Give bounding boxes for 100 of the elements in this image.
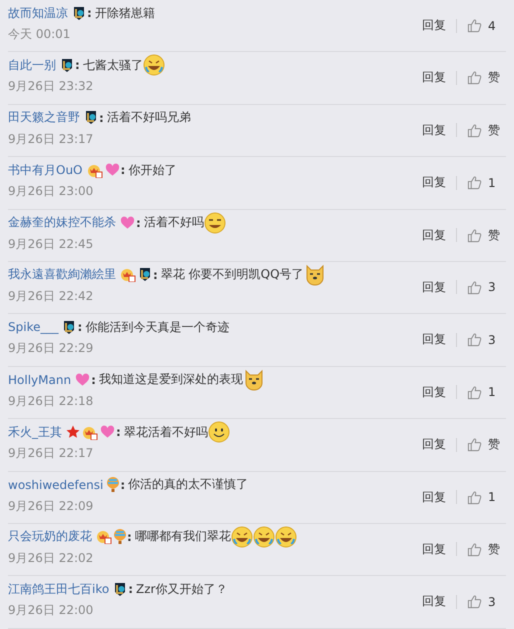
colon: : xyxy=(120,163,126,178)
comment-text: 翠花 你要不到明凯QQ号了 xyxy=(160,266,304,284)
thumbs-up-icon[interactable] xyxy=(467,490,482,505)
shield-badge-icon xyxy=(138,267,152,282)
comment-text: Zzr你又开始了？ xyxy=(136,580,228,598)
reply-link[interactable]: 回复 xyxy=(422,331,446,348)
shield-badge-icon xyxy=(72,6,86,20)
reply-link[interactable]: 回复 xyxy=(422,488,446,506)
reply-link[interactable]: 回复 xyxy=(422,436,446,454)
username[interactable]: 故而知温凉 xyxy=(8,4,68,22)
comment-text: 哪哪都有我们翠花 xyxy=(134,528,231,546)
timestamp: 9月26日 22:00 xyxy=(8,603,94,618)
reply-link[interactable]: 回复 xyxy=(422,17,446,34)
username[interactable]: 金赫奎的妹控不能杀 xyxy=(8,214,116,232)
dog-face-emoji-icon xyxy=(304,264,326,286)
colon: : xyxy=(99,110,104,125)
comment-text: 你能活到今天真是一个奇迹 xyxy=(85,318,230,336)
username[interactable]: HollyMann xyxy=(8,372,72,387)
crown-badge-icon xyxy=(96,529,112,544)
reply-link[interactable]: 回复 xyxy=(422,174,446,192)
timestamp: 9月26日 23:00 xyxy=(8,184,94,198)
timestamp: 9月26日 23:17 xyxy=(8,132,94,146)
colon: : xyxy=(77,320,82,334)
reply-link[interactable]: 回复 xyxy=(422,384,446,401)
smiling-emoji-icon xyxy=(208,421,230,444)
timestamp: 9月26日 23:32 xyxy=(8,79,94,94)
like-count: 4 xyxy=(488,18,497,32)
heart-badge-icon xyxy=(75,372,90,387)
thumbs-up-icon[interactable] xyxy=(467,384,482,400)
username[interactable]: 自此一别 xyxy=(8,56,56,74)
colon: : xyxy=(75,58,80,72)
timestamp: 9月26日 22:45 xyxy=(8,236,94,251)
timestamp: 9月26日 22:09 xyxy=(8,498,94,513)
colon: : xyxy=(153,268,158,282)
crying-laughing-emoji-icon xyxy=(274,526,297,548)
reply-link[interactable]: 回复 xyxy=(422,122,446,139)
crown-badge-icon xyxy=(82,424,98,440)
shield-badge-icon xyxy=(60,58,74,73)
crying-laughing-emoji-icon xyxy=(142,54,165,76)
thumbs-up-icon[interactable] xyxy=(467,332,482,348)
thumbs-up-icon[interactable] xyxy=(467,175,482,190)
like-count: 3 xyxy=(488,280,497,294)
reply-link[interactable]: 回复 xyxy=(422,593,446,610)
crying-laughing-emoji-icon xyxy=(230,526,253,548)
like-count: 3 xyxy=(488,594,497,609)
like-count: 1 xyxy=(488,490,497,504)
reply-link[interactable]: 回复 xyxy=(422,540,446,558)
comment-text: 活着不好吗 xyxy=(144,214,204,232)
crown-badge-icon xyxy=(86,162,102,178)
reply-link[interactable]: 回复 xyxy=(422,226,446,244)
like-count: 1 xyxy=(488,176,497,190)
timestamp: 9月26日 22:17 xyxy=(8,446,94,460)
username[interactable]: 江南鸽王田七百iko xyxy=(8,580,110,598)
thumbs-up-icon[interactable] xyxy=(467,122,482,138)
username[interactable]: 我永遠喜歡絢瀨絵里 xyxy=(8,266,116,284)
comment-text: 活着不好吗兄弟 xyxy=(106,109,191,126)
heart-badge-icon xyxy=(104,163,120,178)
thumbs-up-icon[interactable] xyxy=(467,594,482,610)
star-badge-icon xyxy=(66,425,80,440)
username[interactable]: 只会玩奶的废花 xyxy=(8,528,92,546)
like-count: 3 xyxy=(488,332,497,347)
colon: : xyxy=(136,216,141,230)
heart-badge-icon xyxy=(100,425,115,440)
colon: : xyxy=(120,478,126,492)
comment-text: 你开始了 xyxy=(128,162,176,179)
colon: : xyxy=(116,425,121,440)
like-count: 赞 xyxy=(488,540,501,558)
username[interactable]: Spike___ xyxy=(8,320,58,334)
timestamp: 9月26日 22:02 xyxy=(8,550,94,565)
grinning-emoji-icon xyxy=(204,212,226,234)
username[interactable]: 田天籁之音野 xyxy=(8,109,80,126)
comment-text: 开除猪崽籍 xyxy=(94,4,155,22)
like-count: 赞 xyxy=(488,122,501,139)
comment-text: 七酱太骚了 xyxy=(82,56,143,74)
timestamp: 今天 00:01 xyxy=(8,27,70,41)
thumbs-up-icon[interactable] xyxy=(467,18,482,33)
balloon-badge-icon xyxy=(114,528,126,545)
shield-badge-icon xyxy=(62,320,76,335)
thumbs-up-icon[interactable] xyxy=(467,437,482,452)
heart-badge-icon xyxy=(120,216,135,230)
thumbs-up-icon[interactable] xyxy=(467,228,482,243)
reply-link[interactable]: 回复 xyxy=(422,278,446,296)
thumbs-up-icon[interactable] xyxy=(467,542,482,557)
balloon-badge-icon xyxy=(107,476,120,493)
comment-text: 我知道这是爱到深处的表现 xyxy=(98,371,243,388)
thumbs-up-icon[interactable] xyxy=(467,280,482,295)
like-count: 赞 xyxy=(488,436,501,454)
shield-badge-icon xyxy=(113,582,128,597)
comment-text: 你活的真的太不谨慎了 xyxy=(128,476,248,494)
username[interactable]: woshiwedefensi xyxy=(8,478,104,492)
like-count: 赞 xyxy=(488,226,501,244)
reply-link[interactable]: 回复 xyxy=(422,69,446,86)
username[interactable]: 禾火_王其 xyxy=(8,424,62,441)
crying-laughing-emoji-icon xyxy=(252,526,275,548)
crown-badge-icon xyxy=(120,267,136,282)
thumbs-up-icon[interactable] xyxy=(467,70,482,86)
timestamp: 9月26日 22:29 xyxy=(8,341,94,356)
timestamp: 9月26日 22:42 xyxy=(8,288,94,303)
username[interactable]: 书中有月OuO xyxy=(8,162,82,179)
shield-badge-icon xyxy=(84,110,98,126)
